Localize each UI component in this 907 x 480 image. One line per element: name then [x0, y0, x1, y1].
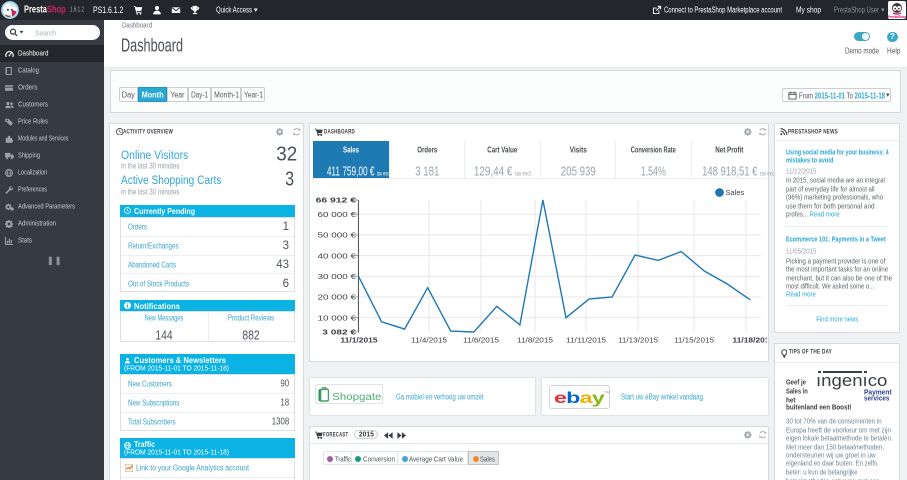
- svg-text:20 000 €: 20 000 €: [318, 293, 358, 302]
- svg-text:11/11/2015: 11/11/2015: [566, 336, 606, 345]
- svg-text:10 000 €: 10 000 €: [318, 313, 358, 322]
- svg-text:60 000 €: 60 000 €: [318, 210, 358, 219]
- svg-text:11/18/201: 11/18/201: [733, 336, 768, 345]
- svg-text:11/6/2015: 11/6/2015: [463, 336, 499, 345]
- svg-text:11/15/2015: 11/15/2015: [674, 336, 714, 345]
- svg-text:30 000 €: 30 000 €: [318, 272, 358, 281]
- svg-text:11/1/2015: 11/1/2015: [341, 336, 378, 345]
- svg-text:50 000 €: 50 000 €: [318, 231, 358, 240]
- svg-text:66 912 €: 66 912 €: [316, 196, 358, 205]
- svg-text:PrestaShop: PrestaShop: [888, 15, 906, 19]
- svg-text:11/13/2015: 11/13/2015: [618, 336, 658, 345]
- svg-text:11/4/2015: 11/4/2015: [411, 336, 447, 345]
- svg-text:Sales: Sales: [726, 188, 745, 197]
- svg-text:11/8/2015: 11/8/2015: [517, 336, 553, 345]
- svg-text:40 000 €: 40 000 €: [318, 251, 358, 260]
